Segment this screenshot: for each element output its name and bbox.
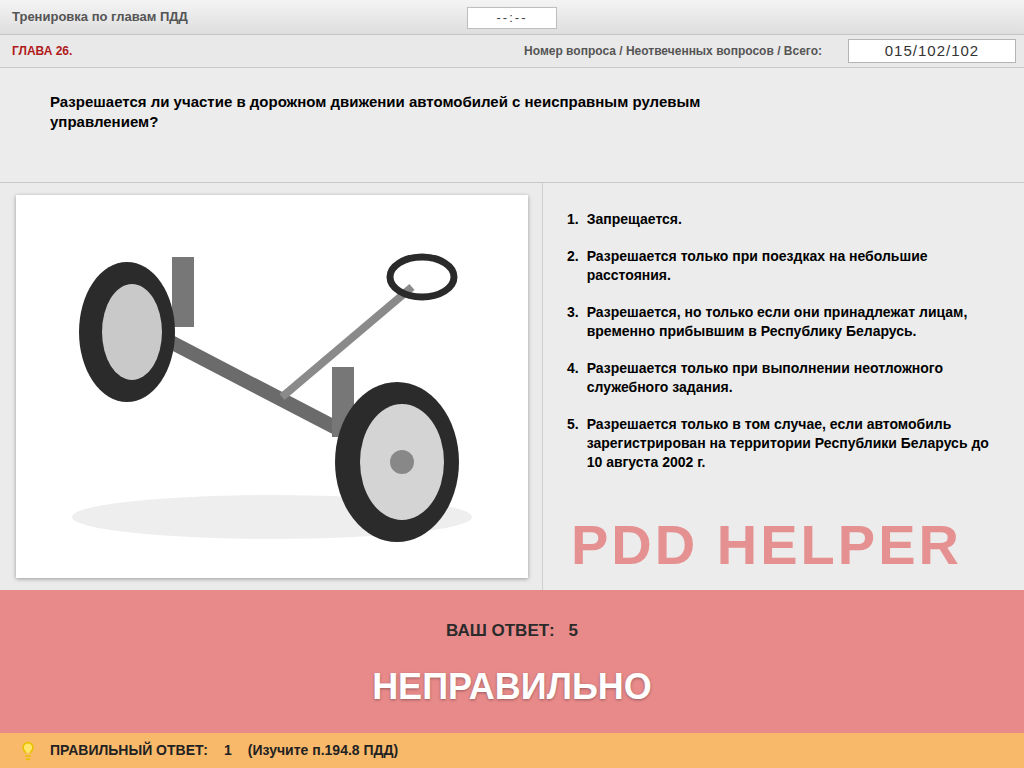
hint-reference: (Изучите п.194.8 ПДД) bbox=[248, 740, 398, 761]
answer-text: Запрещается. bbox=[587, 210, 682, 229]
answer-text: Разрешается только при выполнении неотло… bbox=[587, 359, 1002, 397]
chapter-bar: ГЛАВА 26. Номер вопроса / Неотвеченных во… bbox=[0, 35, 1024, 68]
result-panel: ВАШ ОТВЕТ: 5 НЕПРАВИЛЬНО bbox=[0, 590, 1024, 733]
counter: 015/102/102 bbox=[848, 39, 1016, 63]
answer-number: 1. bbox=[567, 210, 579, 229]
answer-number: 3. bbox=[567, 303, 579, 341]
answer-text: Разрешается только при поездках на небол… bbox=[587, 247, 1002, 285]
picture-panel bbox=[0, 183, 543, 590]
steering-picture bbox=[32, 217, 512, 557]
chapter-label: ГЛАВА 26. bbox=[12, 42, 72, 60]
timer: --:-- bbox=[467, 7, 557, 29]
answer-option[interactable]: 1. Запрещается. bbox=[567, 210, 1002, 229]
your-answer: ВАШ ОТВЕТ: 5 bbox=[446, 618, 578, 644]
hint-label: ПРАВИЛЬНЫЙ ОТВЕТ: bbox=[50, 740, 208, 761]
your-answer-label: ВАШ ОТВЕТ: bbox=[446, 618, 555, 644]
title: Тренировка по главам ПДД bbox=[12, 7, 188, 27]
answer-option[interactable]: 5.Разрешается только в том случае, если … bbox=[567, 415, 1002, 472]
picture bbox=[16, 195, 528, 578]
answer-number: 4. bbox=[567, 359, 579, 397]
verdict: НЕПРАВИЛЬНО bbox=[372, 666, 652, 708]
answer-option[interactable]: 2.Разрешается только при поездках на неб… bbox=[567, 247, 1002, 285]
question-area: Разрешается ли участие в дорожном движен… bbox=[0, 68, 1024, 183]
question: Разрешается ли участие в дорожном движен… bbox=[50, 92, 790, 132]
counter-label: Номер вопроса / Неотвеченных вопросов / … bbox=[524, 42, 822, 60]
top-bar: Тренировка по главам ПДД --:-- bbox=[0, 0, 1024, 35]
your-answer-value: 5 bbox=[569, 618, 578, 644]
app: Тренировка по главам ПДД --:-- ГЛАВА 26. Но… bbox=[0, 0, 1024, 768]
answer-option[interactable]: 3.Разрешается, но только если они принад… bbox=[567, 303, 1002, 341]
answer-list: 1. Запрещается. 2.Разрешается только при п… bbox=[567, 210, 1002, 472]
hint-bar: ПРАВИЛЬНЫЙ ОТВЕТ: 1 (Изучите п.194.8 ПДД) bbox=[0, 733, 1024, 768]
watermark: PDD HELPER bbox=[567, 514, 1002, 576]
hint-answer: 1 bbox=[220, 740, 236, 761]
answer-number: 2. bbox=[567, 247, 579, 285]
answers-panel: 1. Запрещается. 2.Разрешается только при п… bbox=[543, 183, 1024, 590]
counter-group: Номер вопроса / Неотвеченных вопросов / … bbox=[524, 39, 1016, 63]
answer-option[interactable]: 4.Разрешается только при выполнении неот… bbox=[567, 359, 1002, 397]
answer-number: 5. bbox=[567, 415, 579, 472]
content: 1. Запрещается. 2.Разрешается только при п… bbox=[0, 183, 1024, 590]
answer-text: Разрешается, но только если они принадле… bbox=[587, 303, 1002, 341]
answer-text: Разрешается только в том случае, если ав… bbox=[587, 415, 1002, 472]
lightbulb-icon bbox=[18, 741, 38, 761]
